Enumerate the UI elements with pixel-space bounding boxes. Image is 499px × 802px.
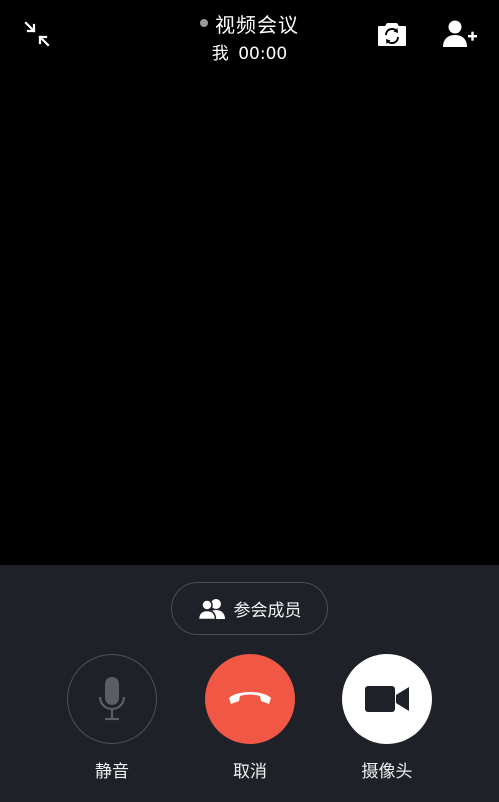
video-area (0, 0, 499, 565)
cancel-label: 取消 (233, 762, 267, 782)
status-dot (200, 19, 208, 27)
add-member-button[interactable] (440, 14, 480, 54)
call-title: 视频会议 (215, 12, 299, 37)
participant-name: 我 (211, 44, 229, 64)
call-timer: 00:00 (238, 44, 288, 64)
camera-button[interactable] (342, 654, 432, 744)
video-camera-icon (365, 686, 409, 712)
mute-label: 静音 (95, 762, 129, 782)
hang-up-icon (229, 692, 271, 704)
participants-label: 参会成员 (233, 601, 302, 621)
mute-button[interactable] (67, 654, 157, 744)
participants-icon (197, 598, 225, 620)
add-member-icon (443, 20, 477, 47)
flip-camera-icon (378, 23, 406, 46)
cancel-call-button[interactable] (205, 654, 295, 744)
camera-label: 摄像头 (361, 762, 413, 782)
flip-camera-button[interactable] (372, 14, 412, 54)
call-header: 视频会议 我 00:00 (0, 8, 499, 64)
participants-button[interactable]: 参会成员 (171, 582, 328, 635)
microphone-icon (98, 677, 126, 721)
